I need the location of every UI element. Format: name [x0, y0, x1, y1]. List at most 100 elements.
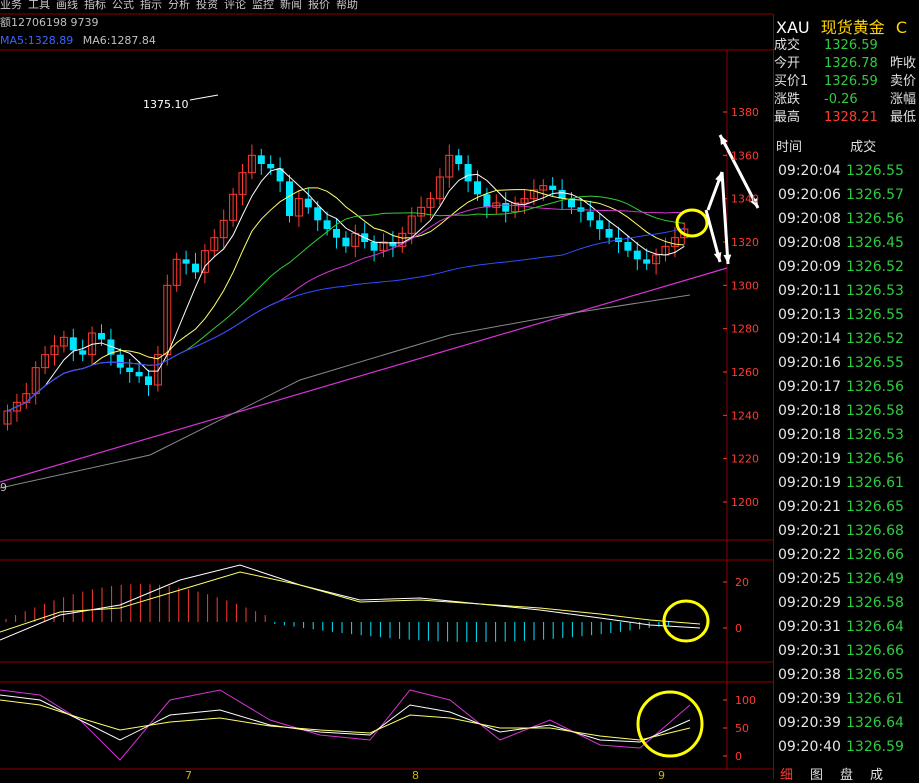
- tick-price: 1326.65: [846, 499, 904, 515]
- tick-time: 09:20:29: [778, 595, 841, 611]
- quote-label-2: 卖价: [890, 74, 917, 89]
- tick-row: 09:20:21 1326.68: [778, 520, 904, 542]
- tick-time: 09:20:25: [778, 571, 841, 587]
- tick-price: 1326.49: [846, 571, 904, 587]
- candle-body: [455, 155, 463, 164]
- tick-row: 09:20:18 1326.53: [778, 424, 904, 446]
- panel-tab[interactable]: 图: [810, 764, 840, 783]
- tick-row: 09:20:16 1326.55: [778, 352, 904, 374]
- tick-row: 09:20:09 1326.52: [778, 256, 904, 278]
- volume-info: 额12706198 9739: [0, 16, 99, 29]
- candle-body: [596, 220, 604, 229]
- tick-time: 09:20:18: [778, 403, 841, 419]
- y-tick-label: 1240: [731, 409, 759, 422]
- tick-price: 1326.68: [846, 523, 904, 539]
- date-label: 9: [658, 769, 665, 779]
- date-label: 8: [412, 769, 419, 779]
- tick-price: 1326.53: [846, 283, 904, 299]
- ma-line-white: [7, 167, 685, 412]
- ma5-value: MA5:1328.89: [0, 34, 74, 47]
- tick-row: 09:20:14 1326.52: [778, 328, 904, 350]
- quote-value: -0.26: [824, 92, 858, 107]
- symbol-code: XAU: [776, 18, 810, 37]
- ma-line-gray: [0, 294, 691, 489]
- tick-row: 09:20:31 1326.66: [778, 640, 904, 662]
- panel-tab[interactable]: 盘: [840, 764, 870, 783]
- kdj-k: [0, 694, 691, 743]
- tick-time: 09:20:14: [778, 331, 841, 347]
- arrow-head: [723, 254, 732, 264]
- quote-label: 今开: [774, 56, 801, 71]
- tick-row: 09:20:06 1326.57: [778, 184, 904, 206]
- candle-body: [116, 354, 124, 368]
- tick-price: 1326.61: [846, 475, 904, 491]
- y-tick-label: 1260: [731, 366, 759, 379]
- tick-row: 09:20:21 1326.65: [778, 496, 904, 518]
- tick-price: 1326.55: [846, 355, 904, 371]
- symbol-name: 现货黄金: [820, 18, 885, 37]
- quote-label: 最高: [774, 110, 801, 125]
- y-tick-label: 1300: [731, 279, 759, 292]
- tick-price: 1326.57: [846, 187, 904, 203]
- y-tick-label: 1380: [731, 106, 759, 119]
- tick-time: 09:20:17: [778, 379, 841, 395]
- candle-body: [135, 372, 143, 377]
- tick-time: 09:20:21: [778, 499, 841, 515]
- candle-body: [605, 229, 613, 238]
- macd-tick-label: 20: [735, 576, 749, 589]
- quote-row: 涨跌 -0.26 涨幅: [774, 91, 916, 108]
- tick-row: 09:20:19 1326.56: [778, 448, 904, 470]
- tick-row: 09:20:11 1326.53: [778, 280, 904, 302]
- tick-row: 09:20:22 1326.66: [778, 544, 904, 566]
- tick-price: 1326.53: [846, 427, 904, 443]
- tick-time: 09:20:06: [778, 187, 841, 203]
- tick-row: 09:20:17 1326.56: [778, 376, 904, 398]
- tick-price: 1326.56: [846, 451, 904, 467]
- tick-price: 1326.56: [846, 211, 904, 227]
- candle-body: [79, 350, 87, 355]
- quote-label-2: 最低: [890, 110, 917, 125]
- tick-time: 09:20:31: [778, 643, 841, 659]
- tick-time: 09:20:38: [778, 667, 841, 683]
- tick-row: 09:20:31 1326.64: [778, 616, 904, 638]
- candle-body: [98, 333, 105, 340]
- tick-time: 09:20:19: [778, 451, 841, 467]
- tick-row: 09:20:29 1326.58: [778, 592, 904, 614]
- candle-body: [314, 207, 322, 221]
- kdj-tick-label: 0: [735, 750, 742, 763]
- tick-row: 09:20:04 1326.55: [778, 160, 904, 182]
- tick-price: 1326.66: [846, 547, 904, 563]
- quote-row: 今开 1326.78 昨收: [774, 55, 916, 72]
- macd-tick-label: 0: [735, 622, 742, 635]
- y-tick-label: 1360: [731, 149, 759, 162]
- tick-row: 09:20:08 1326.45: [778, 232, 904, 254]
- tick-row: 09:20:18 1326.58: [778, 400, 904, 422]
- ma-line-blue: [7, 227, 685, 412]
- panel-tab[interactable]: 成: [870, 764, 900, 783]
- price-chart[interactable]: 1380 1360 1340 1320 1300 1280 1260 1240 1220 1200…: [0, 0, 773, 779]
- y-tick-label: 1200: [731, 496, 759, 509]
- tick-time: 09:20:22: [778, 547, 841, 563]
- candle-body: [483, 194, 491, 208]
- tick-row: 09:20:08 1326.56: [778, 208, 904, 230]
- kdj-tick-label: 100: [735, 694, 756, 707]
- candle-body: [286, 181, 293, 216]
- tick-row: 09:20:13 1326.55: [778, 304, 904, 326]
- tick-time: 09:20:11: [778, 283, 841, 299]
- candle-body: [182, 259, 190, 264]
- candle-body: [549, 185, 557, 190]
- tick-price: 1326.55: [846, 163, 904, 179]
- y-tick-label: 1320: [731, 236, 759, 249]
- ma-line-yellow: [7, 187, 685, 412]
- left-edge-label: 9: [0, 481, 7, 494]
- tick-time: 09:20:09: [778, 259, 841, 275]
- quote-row: 成交 1326.59: [774, 37, 890, 54]
- panel-tab[interactable]: 细: [780, 764, 810, 783]
- macd-dea: [0, 571, 701, 633]
- candle-body: [145, 376, 152, 385]
- tick-price: 1326.64: [846, 715, 904, 731]
- tick-price: 1326.56: [846, 379, 904, 395]
- tick-time: 09:20:39: [778, 715, 841, 731]
- macd-dif: [0, 564, 701, 641]
- tick-row: 09:20:25 1326.49: [778, 568, 904, 590]
